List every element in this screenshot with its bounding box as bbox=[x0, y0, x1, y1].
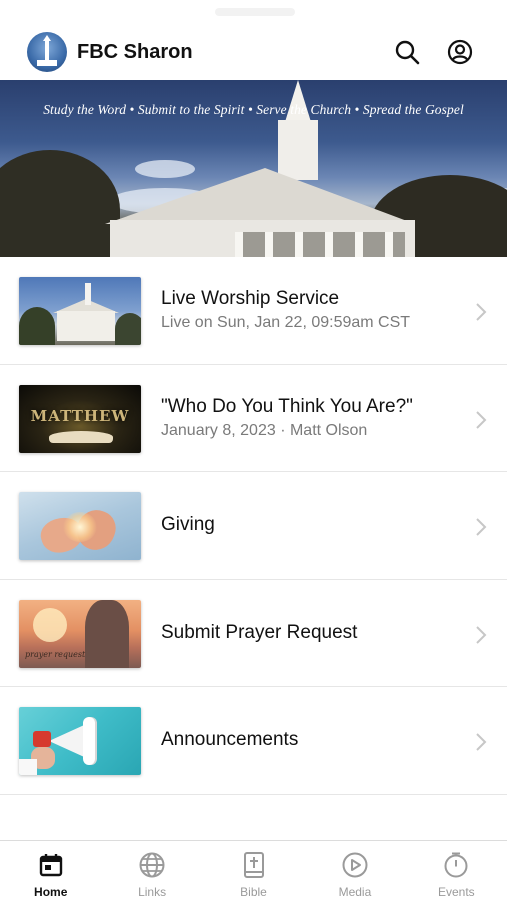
app-title: FBC Sharon bbox=[77, 41, 193, 63]
matthew-bible-thumbnail: MATTHEW bbox=[19, 384, 141, 453]
status-notch bbox=[215, 8, 295, 16]
list-item-subtitle: Live on Sun, Jan 22, 09:59am CST bbox=[161, 314, 411, 332]
praying-hands-thumbnail: prayer request bbox=[19, 599, 141, 668]
play-circle-icon bbox=[342, 852, 368, 878]
tab-media[interactable]: Media bbox=[304, 841, 405, 900]
tab-label: Bible bbox=[240, 885, 267, 899]
church-photo-thumbnail bbox=[19, 277, 141, 345]
clock-icon bbox=[444, 852, 468, 878]
tab-events[interactable]: Events bbox=[406, 841, 507, 900]
calendar-home-icon bbox=[39, 854, 62, 877]
list-item-prayer-request[interactable]: prayer request Submit Prayer Request bbox=[0, 579, 507, 687]
list-item-subtitle: January 8, 2023 · Matt Olson bbox=[161, 421, 368, 439]
tab-bible[interactable]: Bible bbox=[203, 841, 304, 900]
thumb-caption: prayer request bbox=[25, 649, 86, 659]
megaphone-thumbnail bbox=[19, 707, 141, 775]
hero-trees-left bbox=[0, 150, 120, 257]
chevron-right-icon bbox=[476, 410, 487, 429]
chevron-right-icon bbox=[476, 733, 487, 751]
list-item-title: Announcements bbox=[161, 729, 299, 751]
list-item-live-worship[interactable]: Live Worship Service Live on Sun, Jan 22… bbox=[0, 257, 507, 365]
list-item-sermon[interactable]: MATTHEW "Who Do You Think You Are?" Janu… bbox=[0, 364, 507, 472]
chevron-right-icon bbox=[476, 625, 487, 644]
tab-label: Links bbox=[138, 885, 167, 899]
tab-links[interactable]: Links bbox=[101, 841, 202, 900]
status-bar bbox=[0, 0, 507, 24]
list-item-announcements[interactable]: Announcements bbox=[0, 687, 507, 795]
search-button[interactable] bbox=[392, 37, 422, 67]
search-icon bbox=[395, 40, 420, 65]
chevron-right-icon bbox=[476, 303, 487, 321]
app-header: FBC Sharon bbox=[0, 24, 507, 80]
hero-church-roof bbox=[105, 168, 415, 224]
hero-banner: Study the Word • Submit to the Spirit • … bbox=[0, 80, 507, 257]
bottom-tab-bar: Home Links Bible Media Events bbox=[0, 840, 507, 900]
tab-label: Home bbox=[34, 885, 68, 899]
tab-home[interactable]: Home bbox=[0, 841, 101, 900]
content-list: Live Worship Service Live on Sun, Jan 22… bbox=[0, 257, 507, 795]
account-circle-icon bbox=[447, 39, 473, 65]
hands-light-thumbnail bbox=[19, 492, 141, 560]
hero-tagline: Study the Word • Submit to the Spirit • … bbox=[43, 102, 464, 117]
chevron-right-icon bbox=[476, 518, 487, 536]
hero-church-columns bbox=[235, 232, 405, 257]
church-steeple-logo[interactable] bbox=[27, 32, 67, 72]
list-item-giving[interactable]: Giving bbox=[0, 472, 507, 580]
bible-book-icon bbox=[243, 852, 264, 878]
account-button[interactable] bbox=[445, 37, 475, 67]
tab-label: Events bbox=[437, 885, 475, 899]
tab-label: Media bbox=[338, 885, 372, 899]
list-item-title: "Who Do You Think You Are?" bbox=[161, 395, 413, 417]
list-item-title: Submit Prayer Request bbox=[161, 621, 358, 643]
thumb-text-matthew: MATTHEW bbox=[30, 406, 130, 425]
globe-icon bbox=[139, 852, 165, 878]
list-item-title: Giving bbox=[161, 514, 215, 536]
list-item-title: Live Worship Service bbox=[161, 288, 340, 310]
